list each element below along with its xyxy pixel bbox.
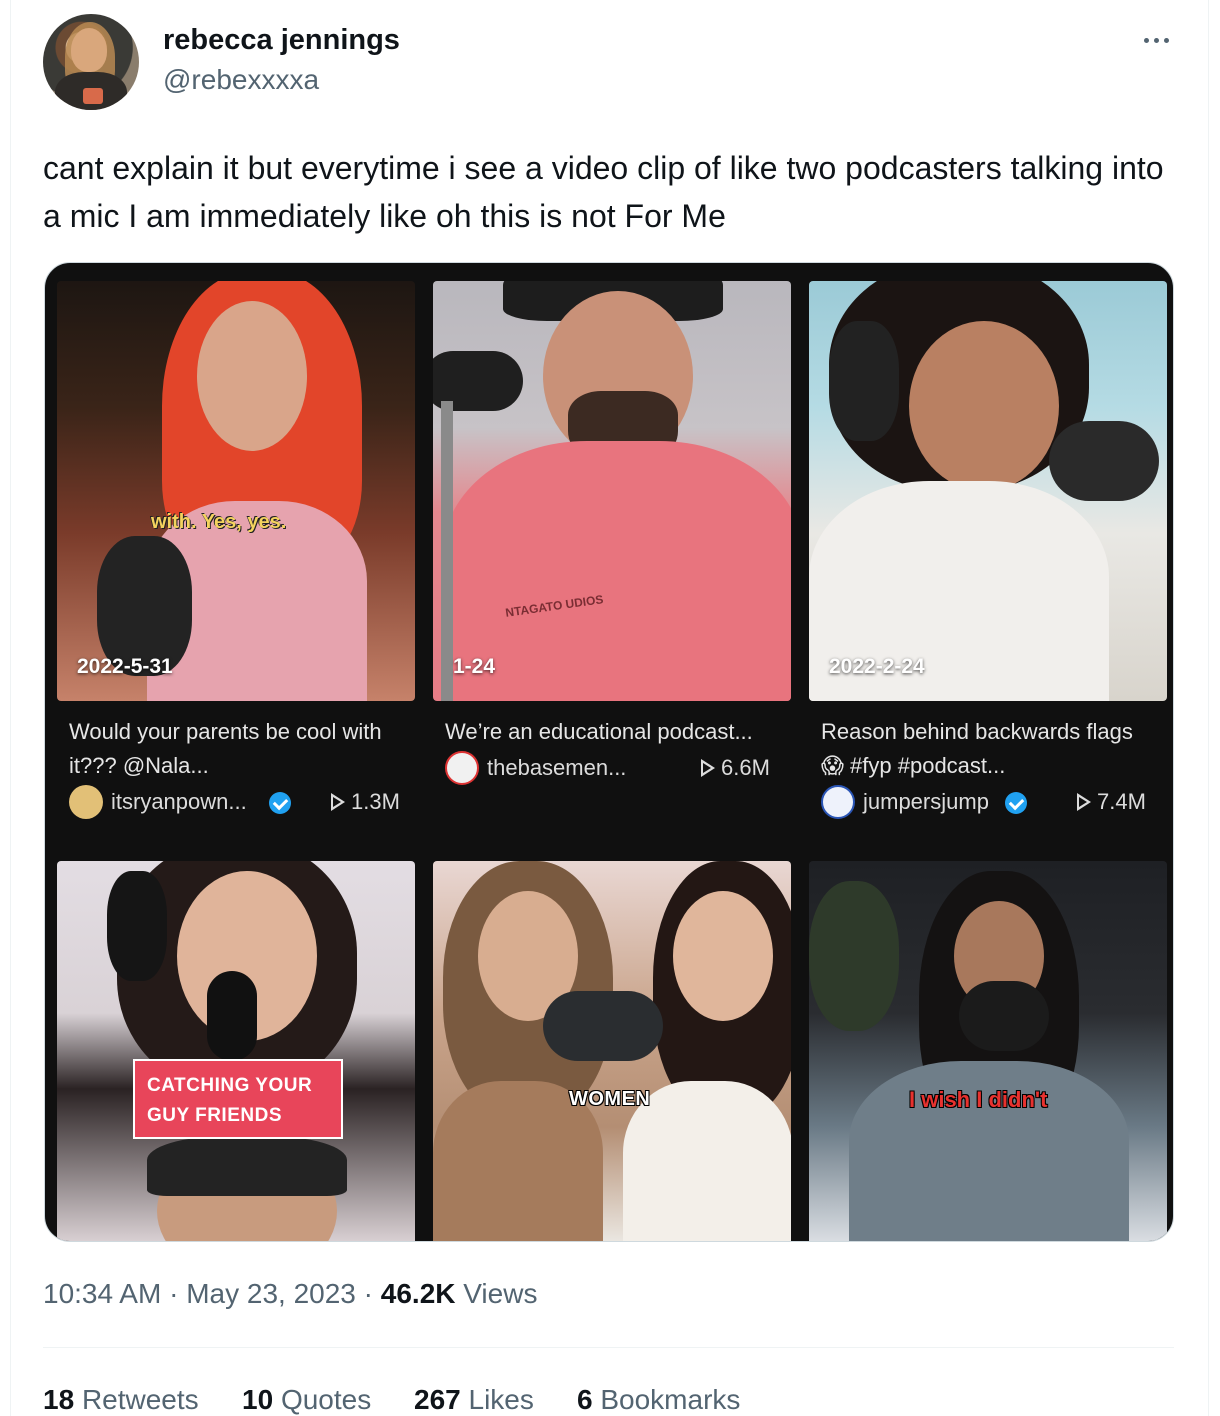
stat-label: Bookmarks [600, 1384, 741, 1415]
figure-face [197, 301, 307, 451]
video-title[interactable]: Reason behind backwards flags 😱 #fyp #po… [821, 715, 1161, 783]
tweet-date[interactable]: May 23, 2023 [186, 1278, 356, 1309]
view-count-value: 1.3M [351, 789, 400, 814]
stat-label: Quotes [280, 1384, 372, 1415]
card-border-right [1208, 0, 1209, 1416]
separator: · [363, 1278, 373, 1309]
view-count: 1.3M [331, 789, 400, 815]
creator-name[interactable]: thebasemen... [487, 755, 626, 781]
stat-count: 18 [43, 1384, 75, 1415]
stat-count: 267 [414, 1384, 461, 1415]
view-count-value: 6.6M [721, 755, 770, 780]
figure-shirt [443, 441, 791, 701]
author-handle[interactable]: @rebexxxxa [163, 64, 319, 96]
video-caption: WOMEN [569, 1088, 651, 1110]
divider [43, 1347, 1174, 1348]
caption-sticker: CATCHING YOUR GUY FRIENDS [133, 1059, 343, 1139]
stat-label: Retweets [81, 1384, 199, 1415]
more-icon[interactable] [1136, 24, 1176, 56]
views-count: 46.2K [380, 1278, 456, 1309]
figure-cap-2 [147, 1136, 347, 1196]
stat-likes[interactable]: 267 Likes [414, 1384, 534, 1416]
creator-avatar[interactable] [445, 751, 479, 785]
figure-face-right [673, 891, 773, 1021]
stat-retweets[interactable]: 18 Retweets [43, 1384, 199, 1416]
stat-quotes[interactable]: 10 Quotes [242, 1384, 371, 1416]
stat-bookmarks[interactable]: 6 Bookmarks [577, 1384, 740, 1416]
video-date: 1-24 [453, 655, 496, 678]
avatar-face [71, 28, 107, 72]
video-thumbnail[interactable]: with. Yes, yes. 2022-5-31 [57, 281, 415, 701]
view-count: 6.6M [701, 755, 770, 781]
verified-icon [269, 792, 291, 814]
avatar-bag [83, 88, 103, 104]
stat-count: 6 [577, 1384, 593, 1415]
video-meta: jumpersjump 7.4M [821, 785, 1161, 819]
video-title[interactable]: We’re an educational podcast... [445, 715, 785, 749]
video-date: 2022-5-31 [77, 655, 173, 678]
sticker-line-2: GUY FRIENDS [147, 1105, 283, 1126]
video-thumbnail[interactable]: WOMEN [433, 861, 791, 1241]
stat-label: Likes [468, 1384, 534, 1415]
card-border-left [10, 0, 11, 1416]
play-icon [701, 759, 715, 777]
view-count: 7.4M [1077, 789, 1146, 815]
video-thumbnail[interactable]: I wish I didn't [809, 861, 1167, 1241]
tweet-time[interactable]: 10:34 AM [43, 1278, 161, 1309]
microphone [207, 971, 257, 1061]
tweet-timestamp: 10:34 AM · May 23, 2023 · 46.2K Views [43, 1278, 537, 1310]
views-label: Views [463, 1278, 538, 1309]
mic-stand [441, 401, 453, 701]
verified-icon [1005, 792, 1027, 814]
stat-count: 10 [242, 1384, 274, 1415]
video-caption: with. Yes, yes. [151, 511, 287, 533]
video-meta: itsryanpown... 1.3M [69, 785, 409, 819]
figure-face [909, 321, 1059, 491]
author-display-name[interactable]: rebecca jennings [163, 24, 400, 57]
author-avatar[interactable] [43, 14, 139, 110]
play-icon [1077, 793, 1091, 811]
view-count-value: 7.4M [1097, 789, 1146, 814]
video-thumbnail[interactable]: NTAGATO UDIOS 1-24 [433, 281, 791, 701]
creator-avatar[interactable] [69, 785, 103, 819]
video-caption: I wish I didn't [909, 1087, 1048, 1112]
creator-name[interactable]: jumpersjump [863, 789, 989, 815]
media-grid[interactable]: with. Yes, yes. 2022-5-31 NTAGATO UDIOS … [44, 262, 1174, 1242]
video-thumbnail[interactable]: CATCHING YOUR GUY FRIENDS [57, 861, 415, 1241]
creator-name[interactable]: itsryanpown... [111, 789, 247, 815]
microphone [543, 991, 663, 1061]
video-thumbnail[interactable]: 2022-2-24 [809, 281, 1167, 701]
play-icon [331, 793, 345, 811]
video-title[interactable]: Would your parents be cool with it??? @N… [69, 715, 409, 783]
microphone [1049, 421, 1159, 501]
creator-avatar[interactable] [821, 785, 855, 819]
separator: · [169, 1278, 179, 1309]
headphones [107, 871, 167, 981]
headphones [829, 321, 899, 441]
plant [809, 881, 899, 1031]
microphone [959, 981, 1049, 1051]
tweet-text: cant explain it but everytime i see a vi… [43, 150, 1164, 234]
video-meta: thebasemen... 6.6M [445, 751, 785, 785]
sticker-line-1: CATCHING YOUR [147, 1075, 313, 1096]
video-date: 2022-2-24 [829, 655, 925, 678]
